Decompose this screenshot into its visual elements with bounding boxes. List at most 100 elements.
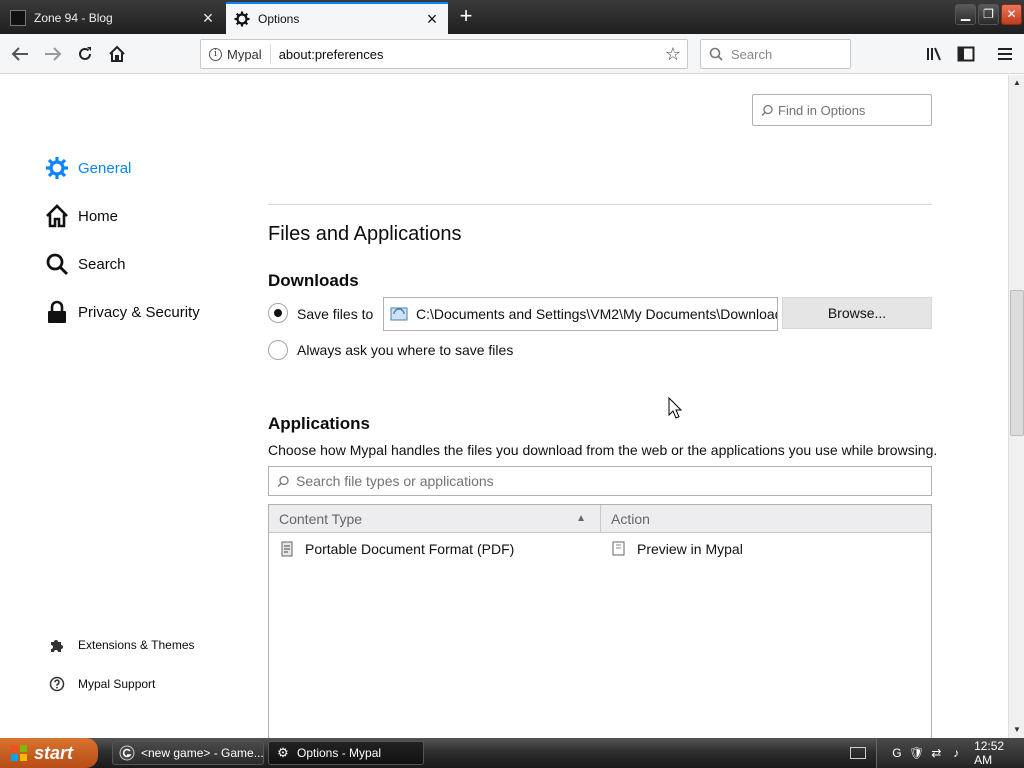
search-bar[interactable]: Search xyxy=(700,39,851,69)
new-tab-button[interactable]: + xyxy=(452,4,480,30)
always-ask-label: Always ask you where to save files xyxy=(297,342,514,358)
tab-strip: Zone 94 - Blog × Options × + ▁ ❐ ✕ xyxy=(0,0,1024,34)
forward-arrow-icon xyxy=(45,47,62,61)
preview-icon xyxy=(612,541,625,556)
category-home[interactable]: Home xyxy=(44,203,118,229)
taskbar: start <new game> - Game... ⚙ Options - M… xyxy=(0,738,1024,768)
library-button[interactable] xyxy=(920,40,948,68)
back-arrow-icon xyxy=(11,47,28,61)
applications-description: Choose how Mypal handles the files you d… xyxy=(268,442,938,458)
tab-zone94-blog[interactable]: Zone 94 - Blog × xyxy=(2,2,224,34)
content-type-cell: Portable Document Format (PDF) xyxy=(269,541,601,557)
sidebar-button[interactable] xyxy=(952,40,980,68)
url-text[interactable]: about:preferences xyxy=(271,47,659,62)
table-row[interactable]: Portable Document Format (PDF) Preview i… xyxy=(269,533,931,565)
volume-icon[interactable]: ♪ xyxy=(948,745,964,761)
scroll-down-arrow-icon[interactable]: ▼ xyxy=(1009,722,1024,738)
lock-icon xyxy=(44,299,70,325)
action-cell[interactable]: Preview in Mypal xyxy=(601,541,743,557)
save-files-radio[interactable] xyxy=(268,303,288,323)
gear-icon xyxy=(44,155,70,181)
site-identity[interactable]: i Mypal xyxy=(201,44,271,64)
column-header-action[interactable]: Action xyxy=(601,505,650,532)
gear-icon xyxy=(234,11,250,27)
taskbar-item-game[interactable]: <new game> - Game... xyxy=(112,741,264,765)
browse-button[interactable]: Browse... xyxy=(782,297,932,329)
pdf-file-icon xyxy=(281,541,293,557)
search-placeholder: Search xyxy=(731,46,773,62)
help-icon xyxy=(44,671,70,697)
back-button[interactable] xyxy=(6,40,34,68)
close-window-button[interactable]: ✕ xyxy=(1001,4,1022,25)
find-in-options-input[interactable]: Find in Options xyxy=(752,94,932,126)
download-path: C:\Documents and Settings\VM2\My Documen… xyxy=(416,306,778,322)
always-ask-radio[interactable] xyxy=(268,340,288,360)
mouse-cursor-icon xyxy=(668,397,682,419)
network-icon[interactable]: ⇄ xyxy=(929,745,945,761)
home-icon xyxy=(109,45,125,62)
category-label: Privacy & Security xyxy=(78,303,200,321)
table-header: Content Type ▲ Action xyxy=(269,505,931,533)
shield-icon[interactable]: 🛡 xyxy=(909,745,925,761)
reload-icon xyxy=(79,47,91,60)
reload-button[interactable] xyxy=(71,40,99,68)
preferences-page: Find in Options General Home Search Priv… xyxy=(0,75,1008,738)
downloads-heading: Downloads xyxy=(268,271,359,290)
home-icon xyxy=(44,203,70,229)
hamburger-menu-icon xyxy=(998,48,1012,60)
footer-link-label: Extensions & Themes xyxy=(78,638,195,652)
gear-icon: ⚙ xyxy=(277,745,289,760)
task-label: <new game> - Game... xyxy=(141,746,264,760)
scrollbar-thumb[interactable] xyxy=(1010,290,1024,436)
extensions-themes-link[interactable]: Extensions & Themes xyxy=(44,632,195,658)
navigation-bar: i Mypal about:preferences ☆ Search xyxy=(0,34,1024,74)
save-files-label: Save files to xyxy=(297,306,374,322)
puzzle-icon xyxy=(44,632,70,658)
category-privacy-security[interactable]: Privacy & Security xyxy=(44,299,200,325)
category-general[interactable]: General xyxy=(44,155,131,181)
clock: 12:52 AM xyxy=(974,739,1005,767)
tab-options[interactable]: Options × xyxy=(226,2,448,34)
taskbar-item-mypal[interactable]: ⚙ Options - Mypal xyxy=(268,741,424,765)
close-tab-icon[interactable]: × xyxy=(200,9,216,27)
keyboard-layout-icon[interactable] xyxy=(850,747,866,759)
search-icon xyxy=(761,104,773,116)
task-label: Options - Mypal xyxy=(297,746,382,760)
mypal-support-link[interactable]: Mypal Support xyxy=(44,671,155,697)
menu-button[interactable] xyxy=(991,40,1019,68)
start-label: start xyxy=(34,742,74,763)
minimize-window-button[interactable]: ▁ xyxy=(955,4,976,25)
applications-heading: Applications xyxy=(268,414,371,433)
start-button[interactable]: start xyxy=(0,738,98,768)
applications-table: Content Type ▲ Action Portable Document … xyxy=(268,504,932,738)
tray-app-icon[interactable]: G xyxy=(889,745,905,761)
url-bar[interactable]: i Mypal about:preferences ☆ xyxy=(200,39,688,69)
column-header-content-type[interactable]: Content Type ▲ xyxy=(269,505,601,532)
restore-window-button[interactable]: ❐ xyxy=(978,4,999,25)
vertical-scrollbar[interactable]: ▲ ▼ xyxy=(1008,75,1024,738)
bookmark-star-icon[interactable]: ☆ xyxy=(659,44,687,65)
forward-button[interactable] xyxy=(39,40,67,68)
library-icon xyxy=(927,47,941,61)
section-divider xyxy=(268,204,932,205)
file-types-search-input[interactable]: Search file types or applications xyxy=(268,466,932,496)
identity-label: Mypal xyxy=(227,46,262,62)
folder-icon xyxy=(390,307,408,321)
tab-title: Options xyxy=(258,12,300,26)
footer-link-label: Mypal Support xyxy=(78,677,156,691)
sort-ascending-icon: ▲ xyxy=(576,513,586,524)
section-title: Files and Applications xyxy=(268,223,462,245)
close-tab-icon[interactable]: × xyxy=(424,10,440,28)
app-icon xyxy=(119,745,135,761)
category-label: Home xyxy=(78,207,119,225)
scroll-up-arrow-icon[interactable]: ▲ xyxy=(1009,75,1024,91)
category-search[interactable]: Search xyxy=(44,251,126,277)
tab-title: Zone 94 - Blog xyxy=(34,11,113,25)
search-icon xyxy=(277,475,289,487)
find-placeholder: Find in Options xyxy=(778,102,866,118)
filter-placeholder: Search file types or applications xyxy=(296,473,494,489)
download-folder-field[interactable]: C:\Documents and Settings\VM2\My Documen… xyxy=(383,297,778,331)
info-icon: i xyxy=(209,47,222,61)
home-button[interactable] xyxy=(103,40,131,68)
search-icon xyxy=(44,251,70,277)
